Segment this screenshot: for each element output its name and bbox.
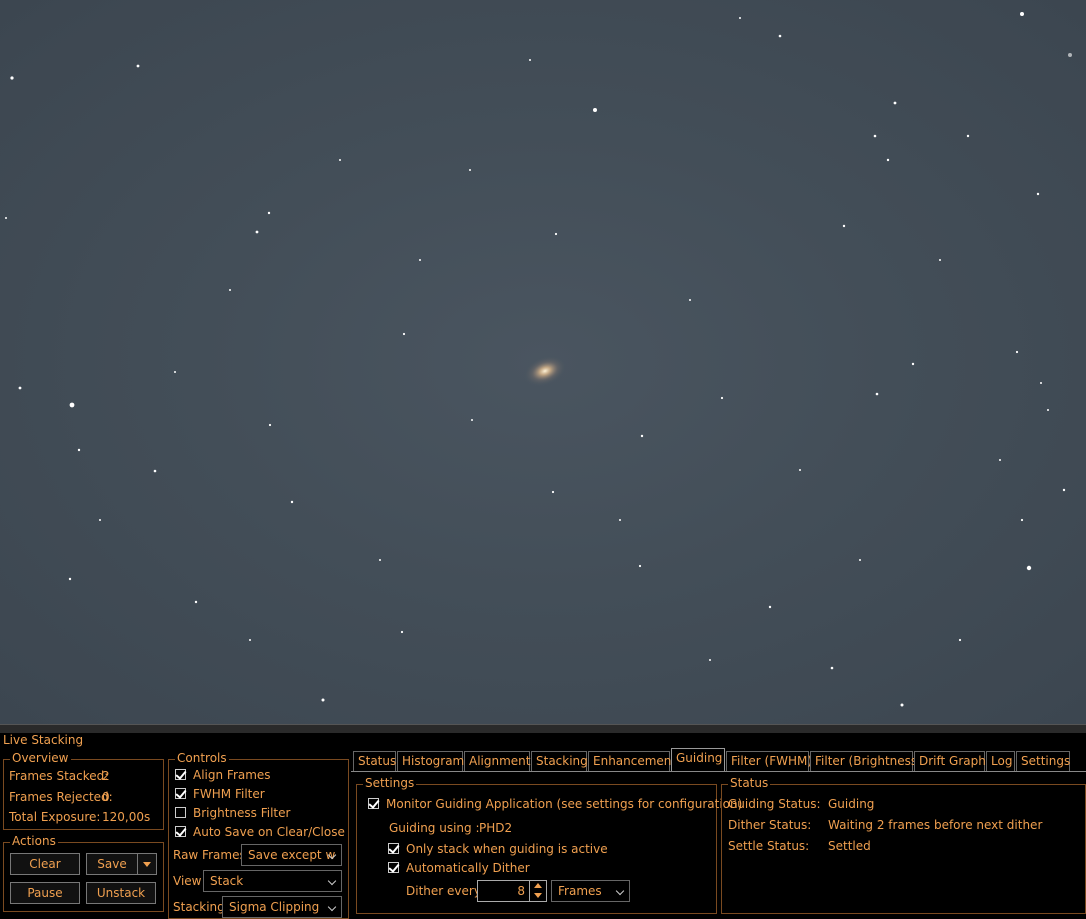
dither-unit-select[interactable]: Frames <box>551 880 630 902</box>
controls-group: Controls <box>168 751 349 919</box>
dither-status-value: Waiting 2 frames before next dither <box>828 818 1043 832</box>
raw-frames-select[interactable]: Save except w <box>241 844 342 866</box>
tab-drift-graph[interactable]: Drift Graph <box>914 751 986 771</box>
monitor-guiding-label: Monitor Guiding Application (see setting… <box>386 797 743 811</box>
raw-frames-value: Save except w <box>248 848 336 862</box>
frames-rejected-label: Frames Rejected: <box>9 790 113 804</box>
galaxy <box>523 355 567 387</box>
frames-rejected-value: 0 <box>102 790 110 804</box>
monitor-guiding-checkbox[interactable] <box>368 798 379 809</box>
unstack-button[interactable]: Unstack <box>86 882 156 904</box>
save-button[interactable]: Save <box>86 853 138 875</box>
auto-save-checkbox[interactable] <box>175 826 186 837</box>
stacking-value: Sigma Clipping <box>229 900 320 914</box>
align-frames-checkbox[interactable] <box>175 769 186 780</box>
brightness-filter-label: Brightness Filter <box>193 806 291 820</box>
actions-legend: Actions <box>10 834 58 848</box>
dither-every-input[interactable]: 8 <box>477 880 530 902</box>
tab-enhancement[interactable]: Enhancement <box>588 751 676 771</box>
tab-filter-brightness[interactable]: Filter (Brightness) <box>810 751 922 771</box>
settle-status-label: Settle Status: <box>728 839 810 853</box>
fwhm-filter-label: FWHM Filter <box>193 787 265 801</box>
tab-status[interactable]: Status <box>353 751 396 771</box>
star-field <box>5 12 1072 707</box>
dither-unit-value: Frames <box>558 884 602 898</box>
save-dropdown-icon[interactable] <box>137 853 157 875</box>
clear-button[interactable]: Clear <box>10 853 80 875</box>
stacking-select[interactable]: Sigma Clipping <box>222 896 342 918</box>
dither-every-label: Dither every: <box>406 884 485 898</box>
guiding-status-value: Guiding <box>828 797 875 811</box>
tab-guiding[interactable]: Guiding <box>671 748 725 772</box>
dither-status-label: Dither Status: <box>728 818 812 832</box>
chevron-down-icon <box>327 902 337 912</box>
dither-every-spinner[interactable] <box>529 880 547 902</box>
tab-log[interactable]: Log <box>986 751 1015 771</box>
chevron-down-icon <box>327 876 337 886</box>
settings-legend: Settings <box>363 776 417 790</box>
total-exposure-value: 120,00s <box>102 810 151 824</box>
view-value: Stack <box>210 874 244 888</box>
status-legend: Status <box>728 776 771 790</box>
raw-frames-label: Raw Frames <box>173 848 246 862</box>
frames-stacked-label: Frames Stacked: <box>9 769 109 783</box>
brightness-filter-checkbox[interactable] <box>175 807 186 818</box>
tab-settings[interactable]: Settings <box>1016 751 1070 771</box>
only-stack-label: Only stack when guiding is active <box>406 842 608 856</box>
align-frames-label: Align Frames <box>193 768 271 782</box>
frames-stacked-value: 2 <box>102 769 110 783</box>
fwhm-filter-checkbox[interactable] <box>175 788 186 799</box>
auto-save-label: Auto Save on Clear/Close <box>193 825 345 839</box>
guiding-using-label: Guiding using : <box>389 821 480 835</box>
only-stack-checkbox[interactable] <box>388 843 399 854</box>
chevron-down-icon <box>615 886 625 896</box>
overview-legend: Overview <box>10 751 71 765</box>
stacking-label: Stacking <box>173 900 225 914</box>
view-select[interactable]: Stack <box>203 870 342 892</box>
pause-button[interactable]: Pause <box>10 882 80 904</box>
panel-title: Live Stacking <box>3 733 84 747</box>
controls-legend: Controls <box>175 751 229 765</box>
live-stack-image <box>0 0 1086 724</box>
total-exposure-label: Total Exposure: <box>9 810 101 824</box>
guiding-status-label: Guiding Status: <box>728 797 821 811</box>
spin-down-icon[interactable] <box>534 893 542 898</box>
tab-filter-fwhm[interactable]: Filter (FWHM) <box>726 751 812 771</box>
tab-stacking[interactable]: Stacking <box>531 751 588 771</box>
view-label: View <box>173 874 202 888</box>
splitter[interactable] <box>0 724 1086 733</box>
tab-histogram[interactable]: Histogram <box>397 751 464 771</box>
spin-up-icon[interactable] <box>534 883 542 888</box>
guiding-using-value: PHD2 <box>479 821 513 835</box>
tab-alignment[interactable]: Alignment <box>464 751 530 771</box>
auto-dither-checkbox[interactable] <box>388 862 399 873</box>
settle-status-value: Settled <box>828 839 871 853</box>
auto-dither-label: Automatically Dither <box>406 861 530 875</box>
